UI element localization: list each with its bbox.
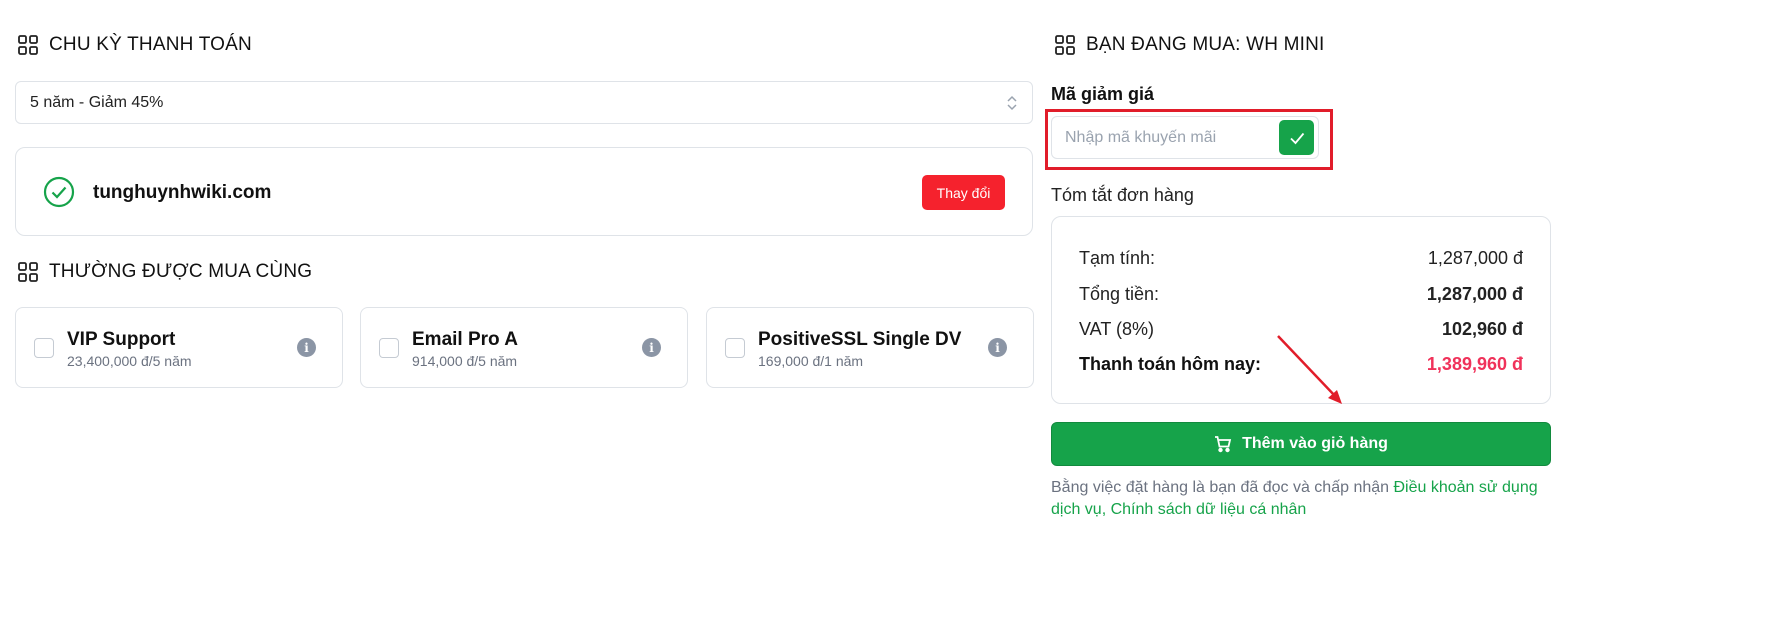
addon-price: 169,000 đ/1 năm xyxy=(758,353,864,369)
addon-name: PositiveSSL Single DV xyxy=(758,329,962,350)
billing-section-title: CHU KỲ THANH TOÁN xyxy=(17,34,252,56)
addon-price: 23,400,000 đ/5 năm xyxy=(67,353,192,369)
billing-cycle-select[interactable]: 5 năm - Giảm 45% xyxy=(15,81,1033,124)
addon-card-email-pro[interactable]: Email Pro A 914,000 đ/5 năm i xyxy=(360,307,688,388)
terms-text: Bằng việc đặt hàng là bạn đã đọc và chấp… xyxy=(1051,477,1556,521)
summary-label: VAT (8%) xyxy=(1079,319,1155,339)
addon-card-positivessl[interactable]: PositiveSSL Single DV 169,000 đ/1 năm i xyxy=(706,307,1034,388)
grid-icon xyxy=(1055,35,1075,55)
summary-value: 1,389,960 đ xyxy=(1426,354,1523,374)
select-chevron-icon xyxy=(1007,95,1017,111)
domain-card: tunghuynhwiki.com Thay đổi xyxy=(15,147,1033,236)
summary-value: 102,960 đ xyxy=(1441,319,1523,339)
add-to-cart-label: Thêm vào giỏ hàng xyxy=(1242,435,1388,452)
grid-icon xyxy=(18,262,38,282)
terms-lead: Bằng việc đặt hàng là bạn đã đọc và chấp… xyxy=(1051,479,1394,496)
addon-name: VIP Support xyxy=(67,329,176,350)
billing-cycle-value: 5 năm - Giảm 45% xyxy=(30,93,164,111)
addon-checkbox[interactable] xyxy=(34,338,54,358)
summary-label: Thanh toán hôm nay: xyxy=(1079,354,1261,374)
summary-value: 1,287,000 đ xyxy=(1427,248,1523,268)
coupon-placeholder: Nhập mã khuyến mãi xyxy=(1065,129,1217,146)
summary-row-subtotal: Tạm tính: 1,287,000 đ xyxy=(1079,248,1523,269)
grid-icon xyxy=(18,35,38,55)
addon-card-vip-support[interactable]: VIP Support 23,400,000 đ/5 năm i xyxy=(15,307,343,388)
terms-separator: , xyxy=(1101,501,1111,518)
info-icon[interactable]: i xyxy=(642,338,661,357)
privacy-policy-link[interactable]: Chính sách dữ liệu cá nhân xyxy=(1111,501,1307,518)
addon-checkbox[interactable] xyxy=(725,338,745,358)
info-icon[interactable]: i xyxy=(297,338,316,357)
order-title-text: BẠN ĐANG MUA: WH MINI xyxy=(1086,34,1325,55)
summary-row-total: Tổng tiền: 1,287,000 đ xyxy=(1079,284,1523,305)
annotation-arrow-icon xyxy=(1277,335,1342,404)
summary-label: Tổng tiền: xyxy=(1079,284,1160,304)
apply-coupon-button[interactable] xyxy=(1279,120,1314,155)
check-circle-icon xyxy=(43,176,75,208)
order-section-title: BẠN ĐANG MUA: WH MINI xyxy=(1054,34,1325,56)
change-domain-button[interactable]: Thay đổi xyxy=(922,175,1005,210)
addon-checkbox[interactable] xyxy=(379,338,399,358)
summary-label: Tạm tính: xyxy=(1079,248,1156,268)
billing-title-text: CHU KỲ THANH TOÁN xyxy=(49,34,252,55)
domain-name: tunghuynhwiki.com xyxy=(93,182,272,203)
cart-icon xyxy=(1215,436,1232,453)
addon-name: Email Pro A xyxy=(412,329,518,350)
summary-title: Tóm tắt đơn hàng xyxy=(1051,185,1194,205)
info-icon[interactable]: i xyxy=(988,338,1007,357)
addon-price: 914,000 đ/5 năm xyxy=(412,353,518,369)
addons-section-title: THƯỜNG ĐƯỢC MUA CÙNG xyxy=(17,261,312,283)
summary-value: 1,287,000 đ xyxy=(1426,284,1523,304)
check-icon xyxy=(1289,132,1304,144)
coupon-input[interactable]: Nhập mã khuyến mãi xyxy=(1051,116,1319,159)
add-to-cart-button[interactable]: Thêm vào giỏ hàng xyxy=(1051,422,1551,466)
coupon-label: Mã giảm giá xyxy=(1051,84,1155,104)
addons-title-text: THƯỜNG ĐƯỢC MUA CÙNG xyxy=(49,261,313,282)
